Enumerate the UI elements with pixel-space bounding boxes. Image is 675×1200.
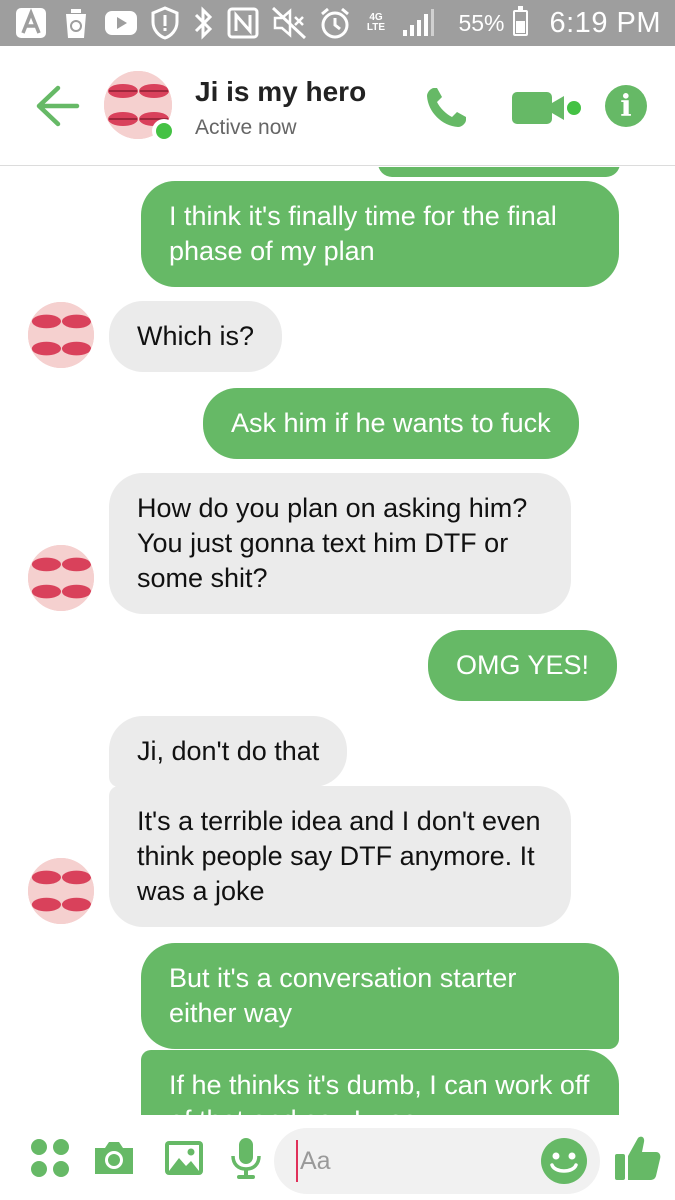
thumbs-up-icon[interactable] — [612, 1132, 662, 1184]
message-bubble-incoming[interactable]: How do you plan on asking him? You just … — [109, 473, 571, 614]
contact-status: Active now — [195, 116, 297, 139]
contact-name[interactable]: Ji is my hero — [195, 76, 366, 108]
four-dots-icon[interactable] — [28, 1136, 72, 1180]
phone-icon[interactable] — [422, 84, 470, 132]
status-bar: 4G LTE 55% 6:19 PM — [0, 0, 675, 46]
message-bubble-incoming[interactable]: Which is? — [109, 301, 283, 372]
battery-percent: 55% — [458, 9, 505, 36]
message-bubble-incoming[interactable]: Ji, don't do that — [109, 716, 348, 787]
conversation-header: Ji is my hero Active now i — [0, 46, 675, 166]
message-text: Ask him if he wants to fuck — [231, 408, 551, 438]
message-text: Ji, don't do that — [137, 736, 320, 766]
avatar-image — [28, 858, 94, 924]
smiley-icon[interactable] — [540, 1137, 588, 1185]
clock: 6:19 PM — [549, 6, 661, 39]
message-bubble-incoming[interactable]: It's a terrible idea and I don't even th… — [109, 786, 571, 927]
microphone-icon[interactable] — [224, 1136, 268, 1180]
sender-avatar[interactable] — [28, 545, 94, 611]
message-text: It's a terrible idea and I don't even th… — [137, 806, 541, 906]
bluetooth-icon — [194, 6, 213, 40]
app-store-icon — [16, 8, 46, 38]
recycle-icon — [66, 9, 86, 38]
message-thread[interactable]: I think it's finally time for the final … — [0, 167, 675, 1115]
message-text: Which is? — [137, 321, 255, 351]
image-icon[interactable] — [162, 1136, 206, 1180]
avatar-image — [28, 545, 94, 611]
info-icon[interactable]: i — [605, 85, 647, 127]
message-text: But it's a conversation starter either w… — [169, 963, 517, 1028]
camera-icon[interactable] — [92, 1136, 136, 1180]
message-text: If he thinks it's dumb, I can work off o… — [169, 1070, 590, 1115]
network-type: 4G LTE — [364, 13, 388, 33]
battery-icon — [512, 6, 528, 36]
alarm-icon — [321, 7, 349, 39]
mute-icon — [272, 7, 306, 39]
nfc-icon — [227, 7, 259, 39]
message-text: I think it's finally time for the final … — [169, 201, 557, 266]
message-bubble-outgoing[interactable]: I think it's finally time for the final … — [141, 181, 619, 287]
shield-alert-icon — [151, 6, 179, 40]
message-bubble-outgoing-partial — [378, 167, 620, 177]
sender-avatar[interactable] — [28, 302, 94, 368]
network-type-label: 4G LTE — [366, 12, 386, 33]
back-arrow-icon[interactable] — [34, 84, 80, 128]
message-text: OMG YES! — [456, 650, 590, 680]
message-bubble-outgoing[interactable]: OMG YES! — [428, 630, 618, 701]
message-bubble-outgoing[interactable]: Ask him if he wants to fuck — [203, 388, 579, 459]
message-input[interactable] — [296, 1140, 526, 1182]
video-camera-icon[interactable] — [510, 88, 586, 128]
message-text: How do you plan on asking him? You just … — [137, 493, 528, 593]
message-bubble-outgoing[interactable]: But it's a conversation starter either w… — [141, 943, 619, 1049]
contact-avatar[interactable] — [104, 71, 176, 143]
message-bubble-outgoing[interactable]: If he thinks it's dumb, I can work off o… — [141, 1050, 619, 1115]
online-indicator — [152, 119, 176, 143]
sender-avatar[interactable] — [28, 858, 94, 924]
avatar-image — [28, 302, 94, 368]
signal-icon — [403, 9, 434, 36]
youtube-icon — [105, 11, 137, 35]
